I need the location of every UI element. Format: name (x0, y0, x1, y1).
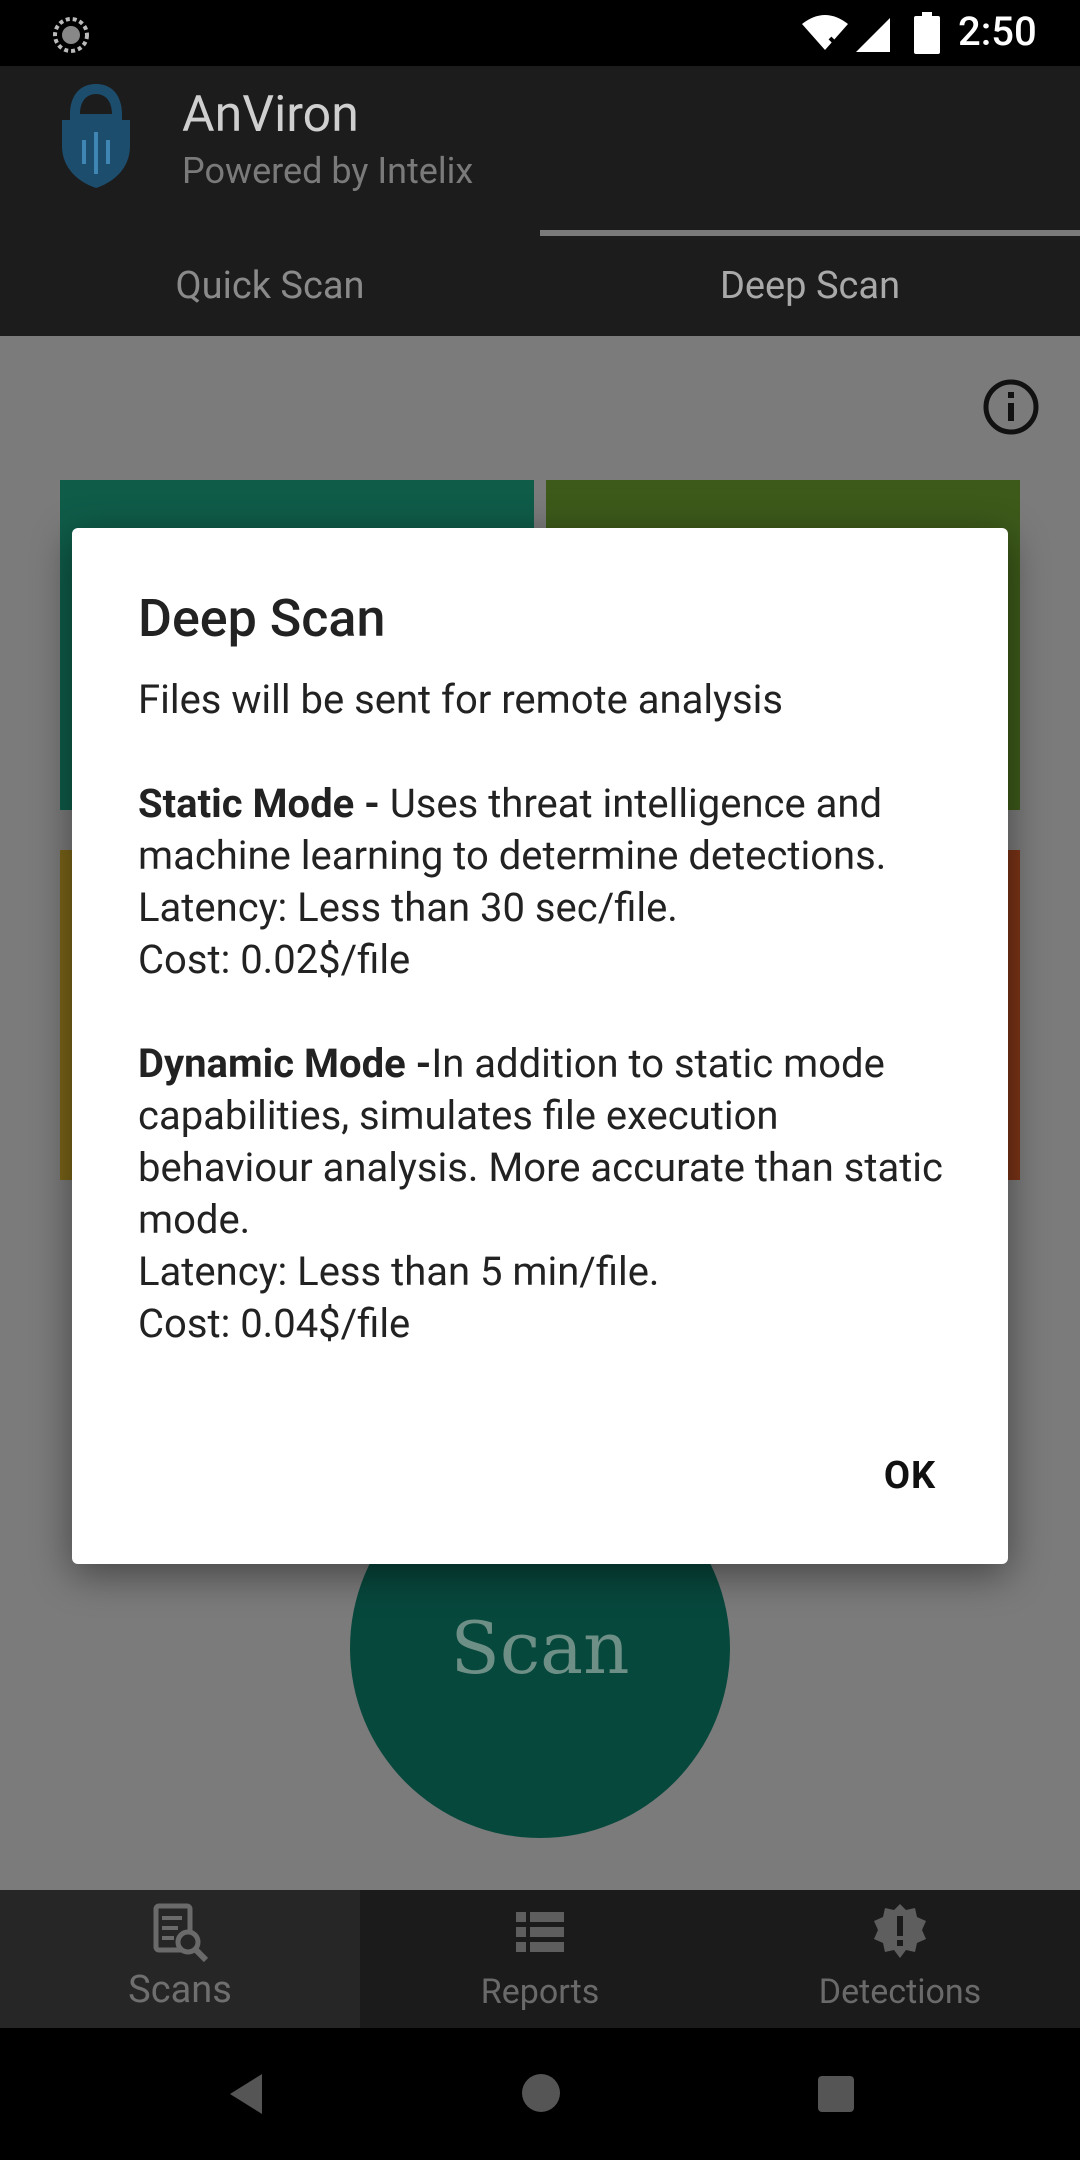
static-mode-heading: Static Mode - (138, 780, 390, 827)
dialog-body: Files will be sent for remote analysis S… (138, 674, 958, 1350)
nav-label-reports: Reports (480, 1972, 600, 2012)
status-time: 2:50 (958, 8, 1037, 55)
static-latency: Latency: Less than 30 sec/file. (138, 884, 678, 931)
static-cost: Cost: 0.02$/file (138, 936, 411, 983)
loading-icon (53, 17, 89, 53)
info-icon[interactable] (982, 378, 1040, 436)
app-subtitle: Powered by Intelix (182, 150, 474, 192)
app-logo-icon (62, 84, 130, 188)
app-bar: AnViron Powered by Intelix Quick Scan De… (0, 66, 1080, 336)
status-bar: 2:50 (0, 0, 1080, 66)
dynamic-mode-heading: Dynamic Mode - (138, 1040, 432, 1087)
dynamic-mode-text: Dynamic Mode -In addition to static mode… (138, 1038, 958, 1246)
tab-quick-scan[interactable]: Quick Scan (0, 236, 540, 336)
nav-label-scans: Scans (128, 1968, 232, 2012)
reports-icon (516, 1912, 564, 1952)
scan-tabs: Quick Scan Deep Scan (0, 236, 1080, 336)
recents-icon[interactable] (818, 2076, 854, 2112)
signal-icon (856, 18, 890, 52)
dynamic-latency: Latency: Less than 5 min/file. (138, 1248, 660, 1295)
tab-deep-scan[interactable]: Deep Scan (540, 236, 1080, 336)
static-mode-text: Static Mode - Uses threat intelligence a… (138, 778, 958, 882)
app-title: AnViron (182, 86, 359, 144)
system-nav-bar (0, 2028, 1080, 2160)
detections-icon (874, 1904, 926, 1958)
scans-icon (153, 1903, 209, 1963)
dynamic-cost: Cost: 0.04$/file (138, 1300, 411, 1347)
dialog-title: Deep Scan (138, 588, 386, 649)
wifi-icon (802, 15, 848, 52)
nav-item-reports[interactable]: Reports (360, 1890, 720, 2028)
home-icon[interactable] (522, 2074, 560, 2112)
nav-item-scans[interactable]: Scans (0, 1890, 360, 2028)
nav-label-detections: Detections (818, 1972, 982, 2012)
dialog-intro: Files will be sent for remote analysis (138, 676, 784, 723)
battery-icon (914, 12, 940, 54)
bottom-navigation: Scans Reports Detections (0, 1890, 1080, 2028)
back-icon[interactable] (226, 2072, 266, 2116)
ok-button[interactable]: OK (850, 1440, 970, 1512)
deep-scan-dialog: Deep Scan Files will be sent for remote … (72, 528, 1008, 1564)
tab-indicator (540, 230, 1080, 236)
nav-item-detections[interactable]: Detections (720, 1890, 1080, 2028)
